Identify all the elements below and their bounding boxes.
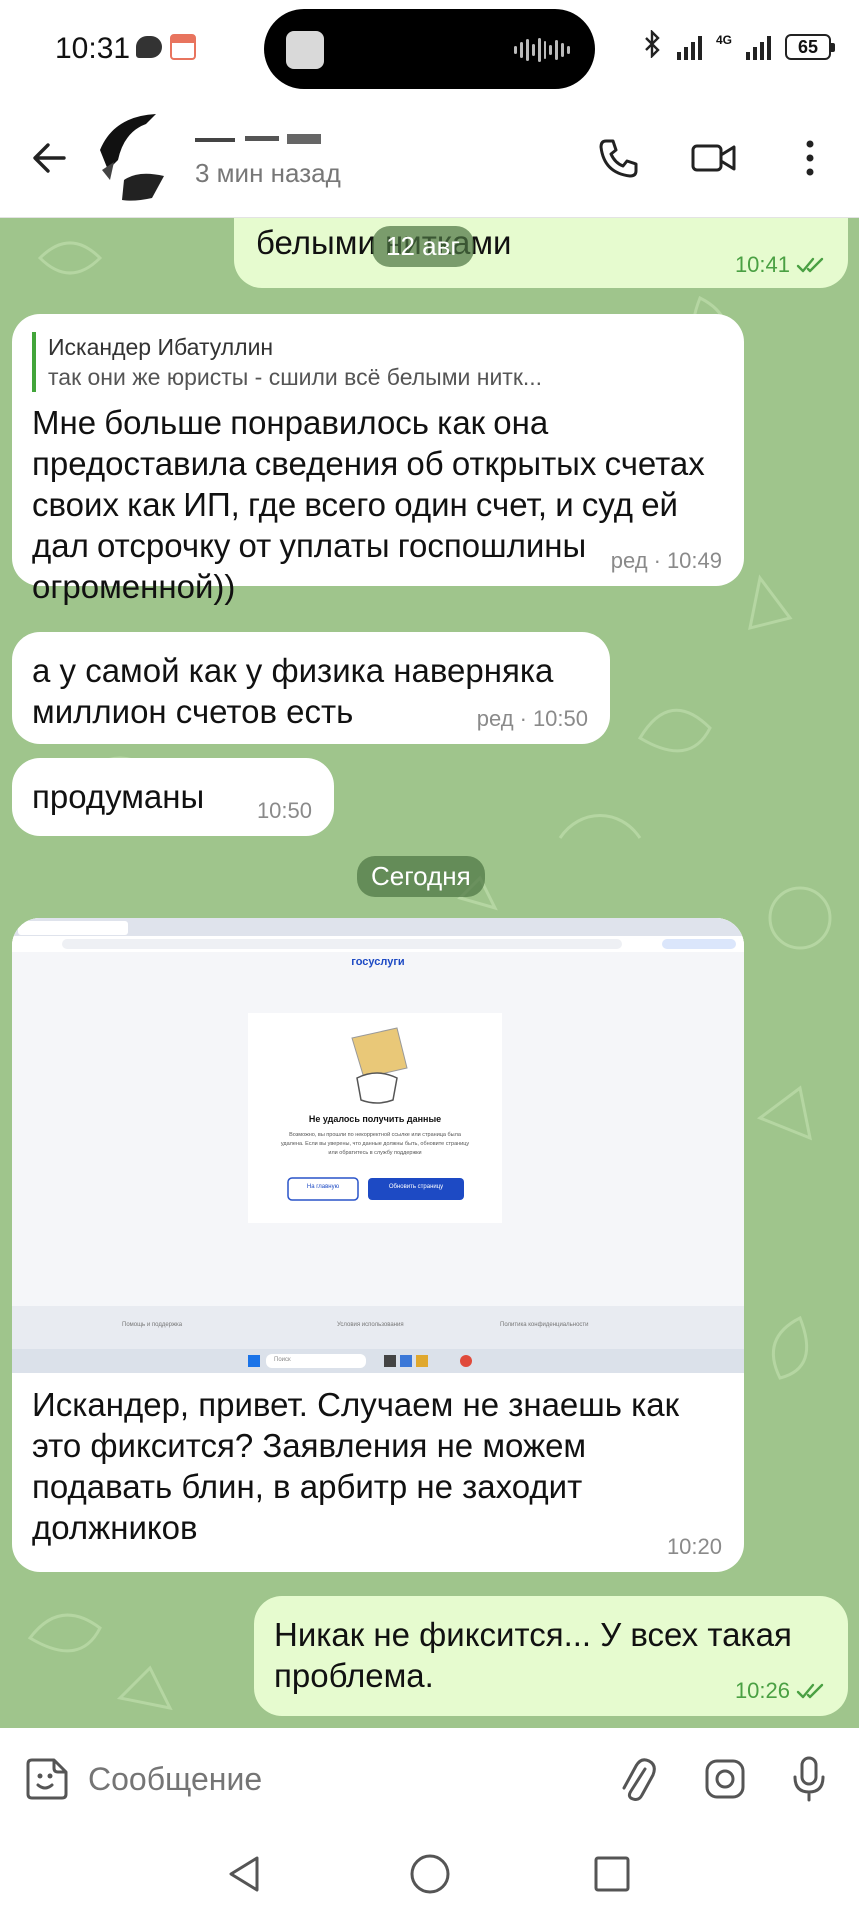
gosuslugi-logo: госуслуги (351, 956, 405, 968)
avatar[interactable] (94, 110, 184, 206)
camera-icon[interactable] (700, 1754, 750, 1804)
phone-icon[interactable] (590, 130, 646, 186)
error-text: удалена. Если вы уверены, что данные дол… (280, 1141, 470, 1147)
home-button: На главную (306, 1184, 340, 1190)
footer-link: Условия использования (337, 1322, 404, 1328)
message-time: 10:26 (734, 1678, 790, 1703)
reply-quote[interactable]: Искандер Ибатуллин так они же юристы - с… (32, 332, 662, 392)
message-input[interactable] (88, 1754, 548, 1804)
error-title: Не удалось получить данные (308, 1114, 442, 1124)
bluetooth-icon (643, 28, 663, 65)
message-time: 10:41 (734, 252, 790, 277)
footer-link: Помощь и поддержка (122, 1322, 183, 1328)
emoji-sticker-icon[interactable] (24, 1756, 70, 1802)
nav-recents-icon[interactable] (582, 1844, 642, 1904)
message-incoming[interactable]: а у самой как у физика наверняка миллион… (12, 632, 610, 744)
edited-label: ред (476, 706, 514, 731)
nav-home-icon[interactable] (400, 1844, 460, 1904)
waveform-icon (514, 37, 571, 63)
message-time: 10:20 (666, 1534, 722, 1559)
edited-label: ред (610, 548, 648, 573)
message-outgoing[interactable]: Никак не фиксится... У всех такая пробле… (254, 1596, 848, 1716)
message-incoming[interactable]: продуманы 10:50 (12, 758, 334, 836)
signal-icon (676, 34, 702, 60)
network-type: 4G (715, 33, 732, 47)
attach-paperclip-icon[interactable] (612, 1754, 662, 1804)
taskbar-search: Поиск (274, 1357, 291, 1363)
nav-back-icon[interactable] (215, 1844, 275, 1904)
signal-4g-icon (746, 34, 771, 60)
status-bar: 10:31 4G 65 (0, 0, 859, 100)
reply-author: Искандер Ибатуллин (48, 334, 274, 360)
message-incoming-media[interactable]: госуслуги Не удалось получить данные Воз… (12, 918, 744, 1572)
battery-icon: 65 (785, 34, 835, 60)
last-seen-status: 3 мин назад (195, 158, 341, 188)
message-outgoing[interactable]: белыми нитками 10:41 (234, 218, 848, 288)
message-icon (136, 36, 162, 58)
attached-screenshot[interactable]: госуслуги Не удалось получить данные Воз… (12, 918, 744, 1373)
error-text: или обратитесь в службу поддержки (328, 1150, 422, 1156)
read-checks-icon (796, 1683, 824, 1699)
back-arrow-icon[interactable] (28, 136, 72, 180)
message-input-bar (0, 1728, 859, 1828)
message-time: 10:49 (666, 548, 722, 573)
read-checks-icon (796, 257, 824, 273)
chat-area[interactable]: белыми нитками 10:41 12 авг Искандер Иба… (0, 218, 859, 1728)
message-time: 10:50 (532, 706, 588, 731)
message-text: Искандер, привет. Случаем не знаешь как … (32, 1386, 680, 1546)
reply-text: так они же юристы - сшили всё белыми нит… (48, 364, 543, 390)
message-text: Мне больше понравилось как она предостав… (32, 404, 705, 605)
system-navigation-bar (0, 1828, 859, 1920)
error-text: Возможно, вы прошли по некорректной ссыл… (289, 1132, 461, 1138)
calendar-icon (170, 34, 196, 60)
refresh-button: Обновить страницу (388, 1184, 444, 1190)
date-separator: 12 авг (372, 226, 474, 267)
footer-link: Политика конфиденциальности (500, 1322, 589, 1328)
microphone-icon[interactable] (784, 1754, 834, 1804)
message-time: 10:50 (256, 798, 312, 823)
video-camera-icon[interactable] (686, 130, 742, 186)
more-vert-icon[interactable] (782, 130, 838, 186)
music-art-icon (286, 31, 324, 69)
date-separator-today: Сегодня (357, 856, 485, 897)
message-incoming[interactable]: Искандер Ибатуллин так они же юристы - с… (12, 314, 744, 605)
dynamic-island[interactable] (264, 9, 595, 89)
name-redaction (195, 134, 321, 144)
status-time: 10:31 (55, 32, 131, 65)
chat-header: 3 мин назад (0, 100, 859, 218)
